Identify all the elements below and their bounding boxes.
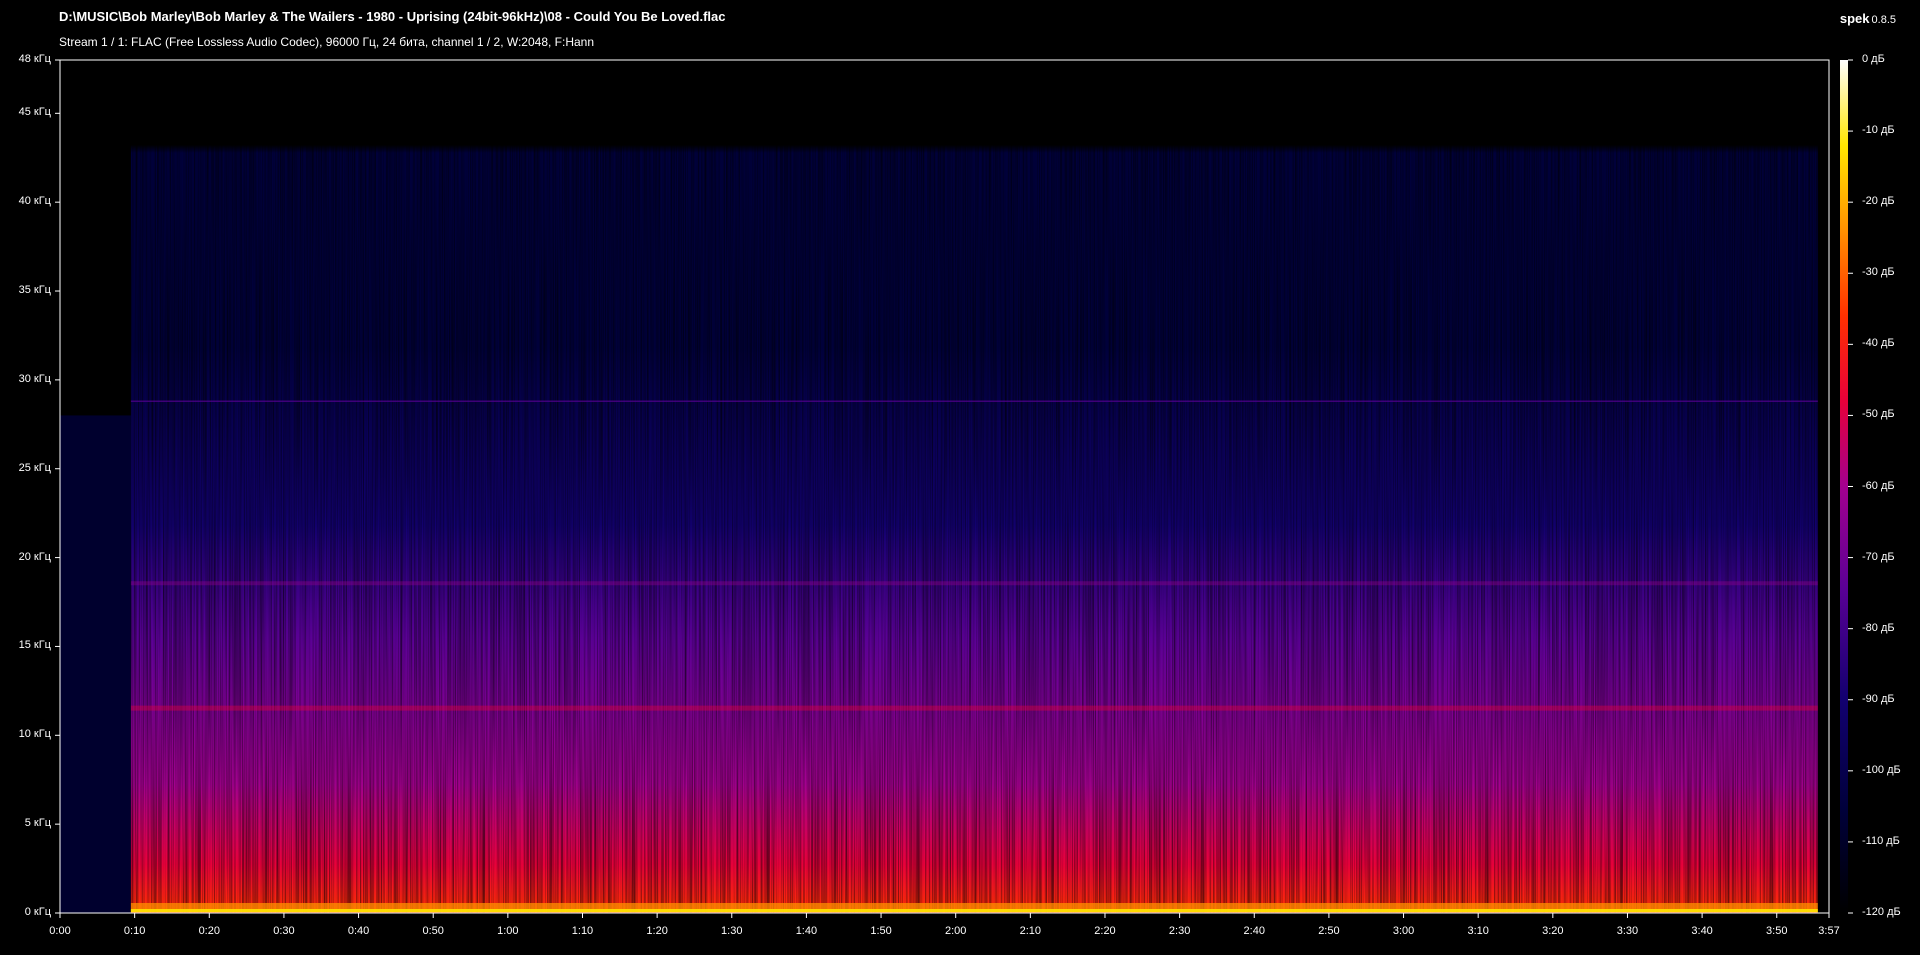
y-tick-label: 20 кГц [18, 550, 51, 563]
y-tick-label: 40 кГц [18, 195, 51, 208]
y-tick-label: 5 кГц [24, 817, 51, 830]
x-tick-label: 1:30 [721, 925, 743, 937]
scale-tick-label: -70 дБ [1862, 550, 1895, 563]
scale-tick-label: -60 дБ [1862, 479, 1895, 492]
x-tick-label: 1:50 [870, 925, 892, 937]
y-tick-label: 30 кГц [18, 372, 51, 385]
color-scale-bar [1840, 60, 1848, 913]
scale-tick-label: -50 дБ [1862, 408, 1895, 421]
scale-tick-label: -90 дБ [1862, 692, 1895, 705]
intro-noise-region [60, 415, 131, 913]
y-tick-label: 0 кГц [24, 906, 51, 918]
scale-tick-label: 0 дБ [1862, 53, 1885, 65]
x-tick-label: 1:10 [571, 925, 594, 937]
scale-tick-label: -100 дБ [1862, 763, 1901, 776]
x-tick-label: 1:20 [646, 925, 668, 937]
x-tick-label: 0:20 [198, 925, 220, 937]
y-tick-label: 48 кГц [18, 53, 51, 65]
x-tick-label: 1:00 [497, 925, 519, 937]
scale-tick-label: -120 дБ [1862, 906, 1901, 918]
x-tick-label: 3:20 [1542, 925, 1564, 937]
x-tick-label: 0:30 [273, 925, 295, 937]
color-scale [1840, 59, 1853, 914]
y-tick-label: 25 кГц [18, 461, 51, 474]
y-tick-label: 15 кГц [18, 639, 51, 652]
scale-tick-label: -30 дБ [1862, 266, 1895, 279]
x-tick-label: 3:40 [1691, 925, 1713, 937]
x-tick-label: 2:40 [1243, 925, 1265, 937]
x-tick-label: 0:00 [49, 925, 71, 937]
x-tick-label: 2:20 [1094, 925, 1116, 937]
x-tick-label: 0:10 [123, 925, 146, 937]
scale-tick-label: -20 дБ [1862, 195, 1895, 208]
spectrum-texture [130, 104, 1818, 914]
x-tick-label: 3:10 [1467, 925, 1489, 937]
x-tick-label: 1:40 [795, 925, 818, 937]
x-tick-label: 0:50 [422, 925, 444, 937]
x-tick-label: 0:40 [347, 925, 370, 937]
spectrogram-plot [60, 60, 1829, 914]
scale-tick-label: -10 дБ [1862, 124, 1895, 137]
x-tick-label: 3:00 [1392, 925, 1415, 937]
y-tick-label: 35 кГц [18, 284, 51, 297]
band-upper [130, 581, 1818, 586]
y-tick-label: 10 кГц [18, 728, 51, 741]
x-tick-label: 2:50 [1318, 925, 1340, 937]
x-tick-label: 3:50 [1766, 925, 1788, 937]
scale-tick-label: -80 дБ [1862, 621, 1895, 634]
x-tick-label: 2:10 [1019, 925, 1042, 937]
band-lower [130, 705, 1818, 711]
sub-bass-band [130, 909, 1818, 912]
x-tick-label: 3:57 [1818, 925, 1840, 937]
scale-tick-label: -110 дБ [1862, 834, 1900, 847]
spectrogram-chart [55, 59, 1853, 918]
x-tick-label: 3:30 [1616, 925, 1639, 937]
scale-tick-label: -40 дБ [1862, 337, 1895, 350]
y-tick-label: 45 кГц [18, 106, 51, 119]
x-tick-label: 2:30 [1168, 925, 1191, 937]
x-tick-label: 2:00 [944, 925, 967, 937]
